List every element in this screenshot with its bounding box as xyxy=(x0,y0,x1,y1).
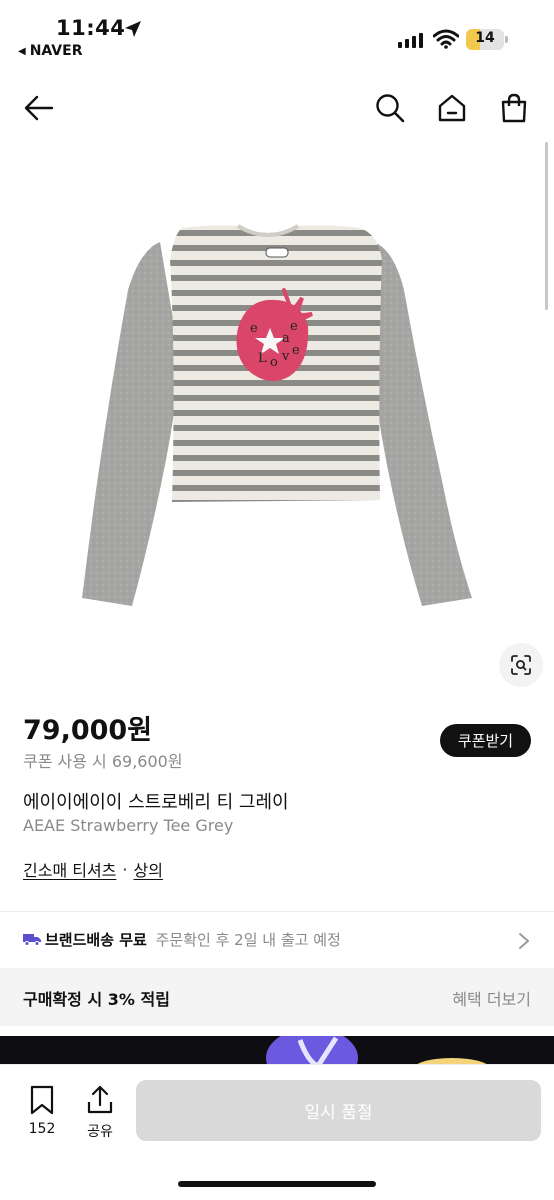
search-button[interactable] xyxy=(372,90,408,126)
battery-percent: 14 xyxy=(475,30,495,46)
page-scrollbar[interactable] xyxy=(545,142,548,310)
category-breadcrumb: 긴소매 티셔츠 · 상의 xyxy=(23,857,163,881)
back-app-label: NAVER xyxy=(29,43,83,59)
shipping-detail: 주문확인 후 2일 내 출고 예정 xyxy=(155,931,341,949)
back-button[interactable] xyxy=(21,90,57,126)
coupon-price: 쿠폰 사용 시 69,600원 xyxy=(23,752,183,771)
svg-text:v: v xyxy=(281,349,290,364)
bottom-action-bar: 152 공유 일시 품절 xyxy=(0,1064,554,1200)
shopping-bag-icon xyxy=(501,93,527,123)
svg-text:a: a xyxy=(282,331,290,346)
top-nav-bar xyxy=(0,78,554,138)
shipping-text: 브랜드배송 무료 주문확인 후 2일 내 출고 예정 xyxy=(45,929,341,950)
share-icon xyxy=(87,1085,113,1114)
share-button[interactable]: 공유 xyxy=(80,1085,120,1141)
search-icon xyxy=(376,94,405,123)
product-name-english: AEAE Strawberry Tee Grey xyxy=(23,816,234,835)
share-label: 공유 xyxy=(87,1124,113,1140)
svg-text:L: L xyxy=(258,351,267,366)
shipping-label: 브랜드배송 무료 xyxy=(45,931,147,949)
back-triangle-icon: ◀ xyxy=(18,45,26,57)
sold-out-button[interactable]: 일시 품절 xyxy=(136,1080,541,1141)
image-search-button[interactable] xyxy=(499,643,543,687)
get-coupon-button[interactable]: 쿠폰받기 xyxy=(440,724,531,757)
product-name-korean: 에이이에이이 스트로베리 티 그레이 xyxy=(23,792,289,813)
benefit-more-link[interactable]: 혜택 더보기 xyxy=(452,986,531,1010)
svg-text:o: o xyxy=(270,355,278,370)
battery-indicator: 14 xyxy=(466,29,508,50)
status-time: 11:44 xyxy=(56,16,126,40)
product-price: 79,000원 xyxy=(23,715,153,746)
wifi-icon xyxy=(433,29,459,49)
svg-text:e: e xyxy=(292,343,300,358)
category-separator: · xyxy=(122,859,128,879)
home-icon xyxy=(438,94,466,122)
cellular-signal-icon xyxy=(398,32,423,48)
svg-text:e: e xyxy=(290,319,298,334)
back-to-app-link[interactable]: ◀ NAVER xyxy=(18,43,82,59)
shipping-info-row[interactable]: 브랜드배송 무료 주문확인 후 2일 내 출고 예정 xyxy=(0,912,554,968)
lens-search-icon xyxy=(511,655,531,675)
home-button[interactable] xyxy=(434,90,470,126)
status-bar: 11:44 ◀ NAVER 14 xyxy=(0,0,554,68)
benefit-title: 구매확정 시 3% 적립 xyxy=(23,990,170,1009)
category-link-tops[interactable]: 상의 xyxy=(134,857,163,881)
bookmark-count: 152 xyxy=(28,1121,56,1137)
cart-button[interactable] xyxy=(496,90,532,126)
bookmark-button[interactable]: 152 xyxy=(22,1085,62,1137)
home-indicator[interactable] xyxy=(178,1181,376,1187)
back-arrow-icon xyxy=(24,95,54,121)
product-photo-tshirt: e e a L o v e xyxy=(82,224,472,606)
svg-text:e: e xyxy=(250,321,258,336)
category-link-long-sleeve[interactable]: 긴소매 티셔츠 xyxy=(23,857,116,881)
delivery-truck-icon xyxy=(23,934,41,946)
product-image[interactable]: e e a L o v e xyxy=(0,140,554,700)
benefit-row[interactable]: 구매확정 시 3% 적립 혜택 더보기 xyxy=(0,968,554,1026)
chevron-right-icon xyxy=(519,933,529,949)
bookmark-icon xyxy=(30,1085,54,1115)
location-arrow-icon xyxy=(125,21,141,37)
